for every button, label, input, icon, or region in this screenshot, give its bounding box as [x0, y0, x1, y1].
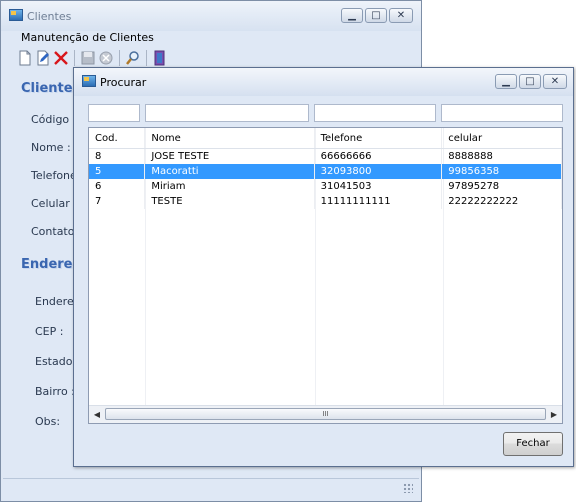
- cell-nome[interactable]: Miriam: [144, 179, 315, 194]
- save-icon[interactable]: [80, 50, 96, 66]
- scroll-left-icon[interactable]: ◀: [90, 406, 104, 423]
- table-row[interactable]: 8 JOSE TESTE 66666666 8888888: [89, 148, 562, 164]
- cell-telefone[interactable]: 11111111111: [314, 194, 443, 209]
- filter-cod-input[interactable]: [88, 104, 140, 122]
- label-celular: Celular :: [31, 197, 77, 210]
- table-row[interactable]: 6 Miriam 31041503 97895278: [89, 179, 562, 194]
- fechar-button[interactable]: Fechar: [503, 432, 563, 456]
- column-header-telefone[interactable]: Telefone: [314, 128, 443, 149]
- close-button[interactable]: ✕: [389, 8, 413, 23]
- cell-cod[interactable]: 7: [89, 194, 146, 209]
- label-nome: Nome :: [31, 141, 71, 154]
- results-grid[interactable]: Cod. Nome Telefone celular 8 JOSE TESTE …: [88, 127, 563, 424]
- new-icon[interactable]: [17, 50, 33, 66]
- cell-celular[interactable]: 22222222222: [441, 194, 562, 209]
- cell-cod[interactable]: 5: [89, 164, 146, 179]
- scroll-right-icon[interactable]: ▶: [547, 406, 561, 423]
- exit-icon[interactable]: [152, 50, 168, 66]
- cell-celular[interactable]: 97895278: [441, 179, 562, 194]
- horizontal-scrollbar[interactable]: ◀ III ▶: [89, 405, 562, 423]
- app-icon: [9, 9, 23, 21]
- cell-telefone[interactable]: 66666666: [314, 148, 443, 164]
- column-header-nome[interactable]: Nome: [144, 128, 315, 149]
- dialog-title: Procurar: [100, 76, 147, 89]
- section-cliente: Cliente: [21, 81, 73, 96]
- label-obs: Obs:: [35, 415, 61, 428]
- cell-cod[interactable]: 6: [89, 179, 146, 194]
- label-codigo: Código :: [31, 113, 77, 126]
- label-cep: CEP :: [35, 325, 64, 338]
- dialog-title-bar[interactable]: Procurar ▁ □ ✕: [74, 68, 573, 96]
- table-row[interactable]: 7 TESTE 11111111111 22222222222: [89, 194, 562, 209]
- cell-cod[interactable]: 8: [89, 148, 146, 164]
- cell-nome[interactable]: TESTE: [144, 194, 315, 209]
- delete-icon[interactable]: [53, 50, 69, 66]
- maximize-button[interactable]: □: [519, 74, 541, 89]
- filter-telefone-input[interactable]: [314, 104, 436, 122]
- status-bar: [3, 478, 419, 499]
- resize-grip-icon[interactable]: [403, 483, 413, 493]
- search-icon[interactable]: [125, 50, 141, 66]
- cell-telefone[interactable]: 32093800: [314, 164, 443, 179]
- column-header-celular[interactable]: celular: [441, 128, 562, 149]
- filter-nome-input[interactable]: [145, 104, 309, 122]
- cell-nome[interactable]: Macoratti: [144, 164, 315, 179]
- procurar-dialog: Procurar ▁ □ ✕ Cod. Nome Telefone celula…: [73, 67, 574, 467]
- menu-manutencao[interactable]: Manutenção de Clientes: [21, 31, 154, 44]
- app-icon: [82, 75, 96, 87]
- maximize-button[interactable]: □: [365, 8, 387, 23]
- title-bar[interactable]: Clientes ▁ □ ✕: [1, 1, 421, 31]
- cell-nome[interactable]: JOSE TESTE: [144, 148, 315, 164]
- close-button[interactable]: ✕: [543, 74, 567, 89]
- scroll-thumb[interactable]: III: [105, 408, 546, 420]
- edit-icon[interactable]: [35, 50, 51, 66]
- column-header-cod[interactable]: Cod.: [89, 128, 146, 149]
- window-title: Clientes: [27, 10, 72, 23]
- cancel-icon[interactable]: [98, 50, 114, 66]
- table-row-selected[interactable]: 5 Macoratti 32093800 99856358: [89, 164, 562, 179]
- minimize-button[interactable]: ▁: [341, 8, 363, 23]
- cell-celular[interactable]: 99856358: [441, 164, 562, 179]
- grid-header-row: Cod. Nome Telefone celular: [89, 128, 562, 149]
- label-bairro: Bairro :: [35, 385, 75, 398]
- cell-telefone[interactable]: 31041503: [314, 179, 443, 194]
- filter-celular-input[interactable]: [441, 104, 563, 122]
- cell-celular[interactable]: 8888888: [441, 148, 562, 164]
- minimize-button[interactable]: ▁: [495, 74, 517, 89]
- toolbar: [17, 50, 168, 66]
